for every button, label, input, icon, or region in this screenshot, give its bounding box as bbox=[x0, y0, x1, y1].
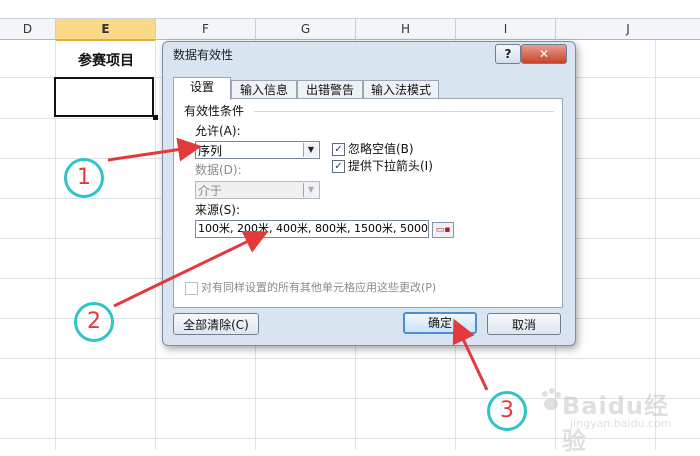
arrow-1 bbox=[107, 137, 202, 162]
step-2-badge: 2 bbox=[74, 302, 114, 342]
annotation-arrows bbox=[107, 137, 489, 391]
tab-settings[interactable]: 设置 bbox=[173, 77, 231, 100]
paw-icon bbox=[542, 388, 561, 410]
watermark-url: jingyan.baidu.com bbox=[570, 417, 672, 430]
arrow-2 bbox=[113, 231, 269, 308]
baidu-watermark: Baidu经验 jingyan.baidu.com bbox=[540, 386, 690, 455]
step-3-badge: 3 bbox=[487, 391, 527, 431]
step-1-badge: 1 bbox=[64, 158, 104, 198]
arrow-3 bbox=[452, 318, 489, 391]
